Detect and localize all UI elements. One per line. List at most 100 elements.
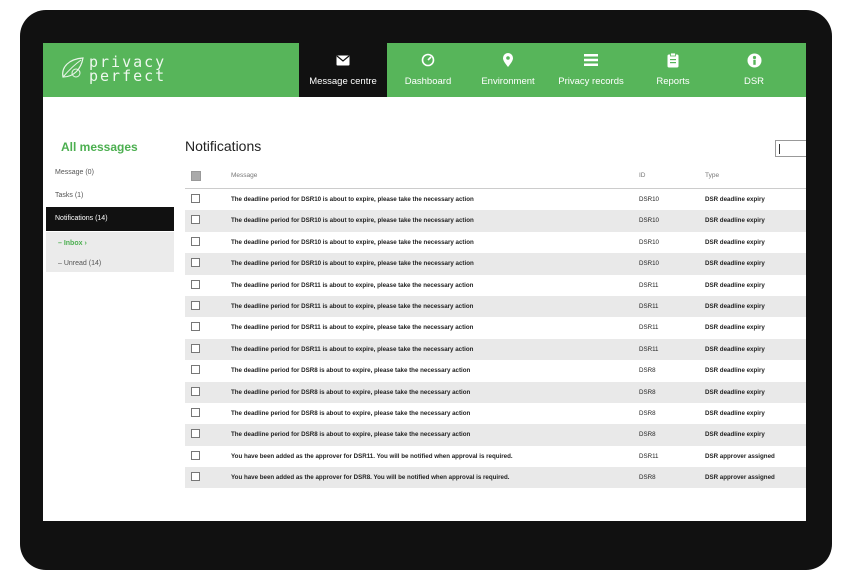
row-type: DSR deadline expiry <box>705 217 765 225</box>
row-type: DSR deadline expiry <box>705 345 765 353</box>
nav-label: Privacy records <box>558 76 624 87</box>
nav-label: Dashboard <box>404 76 452 87</box>
sidebar-title[interactable]: All messages <box>61 140 138 154</box>
row-checkbox[interactable] <box>191 194 200 203</box>
row-id: DSR11 <box>639 302 659 310</box>
table-row[interactable]: You have been added as the approver for … <box>185 467 806 489</box>
location-pin-icon <box>469 52 547 68</box>
row-id: DSR11 <box>639 452 659 460</box>
row-type: DSR deadline expiry <box>705 260 765 268</box>
row-message: The deadline period for DSR11 is about t… <box>231 345 474 353</box>
top-navigation-bar: privacy perfect Message centre Dashboard… <box>43 43 806 97</box>
row-id: DSR11 <box>639 345 659 353</box>
row-checkbox[interactable] <box>191 322 200 332</box>
person-circle-icon <box>711 52 797 68</box>
row-checkbox[interactable] <box>191 343 200 353</box>
row-message: The deadline period for DSR11 is about t… <box>231 281 474 289</box>
nav-environment[interactable]: Environment <box>469 43 547 97</box>
row-id: DSR10 <box>639 260 659 268</box>
row-id: DSR8 <box>639 367 656 375</box>
content-area: All messages Message (0) Tasks (1) Notif… <box>43 97 806 521</box>
column-header-message[interactable]: Message <box>231 172 257 179</box>
column-header-type[interactable]: Type <box>705 172 719 179</box>
table-row[interactable]: The deadline period for DSR11 is about t… <box>185 295 806 318</box>
table-row[interactable]: The deadline period for DSR11 is about t… <box>185 275 806 296</box>
page-title: Notifications <box>185 138 262 154</box>
row-type: DSR deadline expiry <box>705 302 765 310</box>
row-type: DSR deadline expiry <box>705 238 765 246</box>
sidebar-item-message[interactable]: Message (0) <box>55 169 94 176</box>
row-type: DSR deadline expiry <box>705 431 765 439</box>
row-id: DSR8 <box>639 409 656 417</box>
table-row[interactable]: The deadline period for DSR11 is about t… <box>185 317 806 338</box>
row-id: DSR10 <box>639 196 659 203</box>
table-row[interactable]: The deadline period for DSR10 is about t… <box>185 253 806 275</box>
row-checkbox[interactable] <box>191 279 200 289</box>
nav-message-centre[interactable]: Message centre <box>299 43 387 97</box>
row-id: DSR8 <box>639 388 656 396</box>
table-row[interactable]: The deadline period for DSR11 is about t… <box>185 338 806 361</box>
row-message: You have been added as the approver for … <box>231 452 513 460</box>
row-message: The deadline period for DSR10 is about t… <box>231 238 474 246</box>
row-message: The deadline period for DSR11 is about t… <box>231 302 474 310</box>
table-row[interactable]: You have been added as the approver for … <box>185 446 806 467</box>
sidebar-submenu: – Inbox › – Unread (14) <box>46 232 174 272</box>
clipboard-icon <box>635 52 711 68</box>
row-message: The deadline period for DSR10 is about t… <box>231 217 474 225</box>
select-all-checkbox[interactable] <box>191 171 201 181</box>
table-header: Message ID Type <box>185 164 806 189</box>
row-checkbox[interactable] <box>191 386 200 396</box>
row-checkbox[interactable] <box>191 429 200 439</box>
row-message: The deadline period for DSR10 is about t… <box>231 260 474 268</box>
search-input[interactable] <box>775 140 806 157</box>
sidebar-subitem-unread[interactable]: – Unread (14) <box>58 260 101 267</box>
nav-privacy-records[interactable]: Privacy records <box>547 43 635 97</box>
row-message: The deadline period for DSR11 is about t… <box>231 324 474 332</box>
table-row[interactable]: The deadline period for DSR8 is about to… <box>185 403 806 424</box>
nav-label: Message centre <box>309 76 377 87</box>
nav-dsr[interactable]: DSR <box>711 43 797 97</box>
row-type: DSR deadline expiry <box>705 388 765 396</box>
nav-reports[interactable]: Reports <box>635 43 711 97</box>
row-id: DSR10 <box>639 217 659 225</box>
row-message: The deadline period for DSR8 is about to… <box>231 409 471 417</box>
row-checkbox[interactable] <box>191 472 200 482</box>
table-row[interactable]: The deadline period for DSR10 is about t… <box>185 189 806 210</box>
sidebar-item-tasks[interactable]: Tasks (1) <box>55 192 83 199</box>
list-icon <box>547 52 635 68</box>
nav-label: Environment <box>481 76 535 87</box>
row-checkbox[interactable] <box>191 450 200 460</box>
row-id: DSR8 <box>639 431 656 439</box>
row-type: DSR approver assigned <box>705 452 775 460</box>
table-row[interactable]: The deadline period for DSR8 is about to… <box>185 424 806 446</box>
row-id: DSR10 <box>639 238 659 246</box>
gauge-icon <box>387 52 469 68</box>
row-checkbox[interactable] <box>191 215 200 225</box>
table-row[interactable]: The deadline period for DSR8 is about to… <box>185 381 806 403</box>
row-type: DSR deadline expiry <box>705 367 765 375</box>
nav-label: Reports <box>656 76 690 87</box>
row-checkbox[interactable] <box>191 236 200 246</box>
row-type: DSR deadline expiry <box>705 196 765 203</box>
row-checkbox[interactable] <box>191 365 200 375</box>
row-id: DSR8 <box>639 474 656 482</box>
column-header-id[interactable]: ID <box>639 172 646 179</box>
privacy-perfect-logo[interactable]: privacy perfect <box>59 51 189 91</box>
table-row[interactable]: The deadline period for DSR10 is about t… <box>185 210 806 232</box>
row-checkbox[interactable] <box>191 258 200 268</box>
sidebar-item-notifications[interactable]: Notifications (14) <box>46 207 174 231</box>
row-checkbox[interactable] <box>191 407 200 417</box>
row-type: DSR deadline expiry <box>705 281 765 289</box>
row-message: The deadline period for DSR8 is about to… <box>231 367 471 375</box>
table-row[interactable]: The deadline period for DSR8 is about to… <box>185 360 806 381</box>
envelope-icon <box>299 52 387 68</box>
row-type: DSR deadline expiry <box>705 324 765 332</box>
row-type: DSR deadline expiry <box>705 409 765 417</box>
row-id: DSR11 <box>639 324 659 332</box>
table-row[interactable]: The deadline period for DSR10 is about t… <box>185 232 806 253</box>
row-id: DSR11 <box>639 281 659 289</box>
nav-dashboard[interactable]: Dashboard <box>387 43 469 97</box>
row-message: The deadline period for DSR8 is about to… <box>231 388 471 396</box>
sidebar-subitem-inbox[interactable]: – Inbox › <box>58 240 87 247</box>
row-checkbox[interactable] <box>191 300 200 310</box>
